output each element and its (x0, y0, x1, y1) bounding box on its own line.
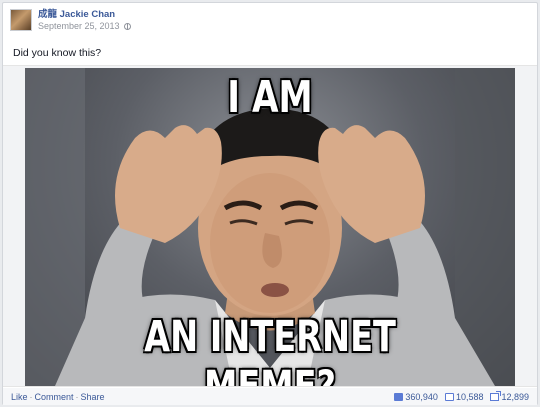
share-icon (490, 390, 502, 401)
post-header: 成龍 Jackie Chan September 25, 2013 (10, 9, 131, 31)
likes-stat[interactable]: 360,940 (394, 392, 438, 402)
comments-stat[interactable]: 10,588 (444, 391, 484, 402)
post-actions: Like · Comment · Share (11, 392, 105, 402)
post-text: Did you know this? (13, 47, 102, 59)
meme-top-caption: I AM (227, 72, 313, 123)
author-name[interactable]: 成龍 Jackie Chan (38, 9, 131, 20)
post-photo[interactable]: I AM AN INTERNET MEME? (25, 68, 515, 386)
globe-icon[interactable] (123, 23, 131, 30)
post-stats: 360,940 10,588 12,899 (387, 390, 529, 402)
comment-icon (444, 392, 454, 401)
thumbs-up-icon (394, 392, 404, 401)
post-footer: Like · Comment · Share 360,940 10,588 12,899 (3, 388, 537, 405)
post-meta: 成龍 Jackie Chan September 25, 2013 (38, 9, 131, 32)
post-card: 成龍 Jackie Chan September 25, 2013 Did yo… (2, 2, 538, 405)
comments-count: 10,588 (455, 391, 484, 402)
likes-count: 360,940 (405, 391, 438, 402)
meme-bottom-caption: AN INTERNET MEME? (144, 312, 396, 386)
media-container: I AM AN INTERNET MEME? (3, 65, 537, 387)
shares-count: 12,899 (501, 391, 529, 402)
comment-link[interactable]: Comment (35, 392, 74, 402)
avatar[interactable] (10, 9, 32, 31)
separator: · (75, 391, 79, 402)
like-link[interactable]: Like (11, 392, 28, 402)
post-date[interactable]: September 25, 2013 (38, 21, 120, 32)
share-link[interactable]: Share (81, 392, 105, 402)
date-row: September 25, 2013 (38, 21, 131, 32)
separator: · (29, 391, 33, 402)
shares-stat[interactable]: 12,899 (490, 390, 529, 402)
